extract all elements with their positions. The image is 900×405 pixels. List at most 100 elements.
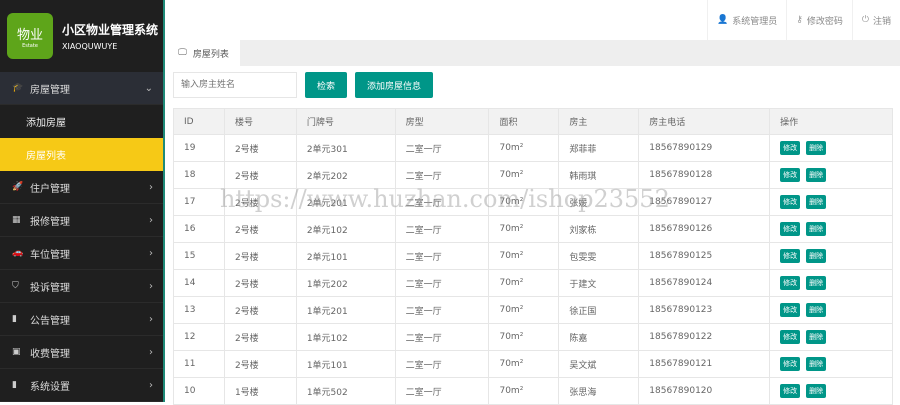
actions-cell: 修改 删除 <box>769 242 893 270</box>
edit-button[interactable]: 修改 <box>780 222 801 236</box>
table-cell: 70m² <box>488 296 560 324</box>
car-icon: 🚗 <box>12 248 24 258</box>
delete-button[interactable]: 删除 <box>806 330 827 344</box>
table-cell: 郑菲菲 <box>558 134 640 162</box>
delete-button[interactable]: 删除 <box>806 249 827 263</box>
delete-button[interactable]: 删除 <box>806 384 827 398</box>
table-cell: 二室一厅 <box>394 377 490 405</box>
tab-house-list[interactable]: 🖵 房屋列表 <box>167 40 240 66</box>
edit-button[interactable]: 修改 <box>780 249 801 263</box>
table-cell: 18567890128 <box>638 161 771 189</box>
delete-button[interactable]: 删除 <box>806 276 827 290</box>
sidebar-item-4[interactable]: ⛉ 投诉管理 › <box>0 270 163 303</box>
table-cell: 18 <box>173 161 225 189</box>
sidebar-item-label: 收费管理 <box>30 348 70 360</box>
table-cell: 二室一厅 <box>394 323 490 351</box>
add-house-button[interactable]: 添加房屋信息 <box>355 72 434 98</box>
table-cell: 14 <box>173 269 225 297</box>
actions-cell: 修改 删除 <box>769 161 893 189</box>
chevron-right-icon: › <box>149 247 153 259</box>
table-row: 19 2号楼 2单元301 二室一厅 70m² 郑菲菲 18567890129 修改 删除 <box>173 134 893 162</box>
sidebar-subitem-1[interactable]: 房屋列表 <box>0 138 163 171</box>
edit-button[interactable]: 修改 <box>780 330 801 344</box>
sidebar-item-7[interactable]: ▮ 系统设置 › <box>0 369 163 402</box>
user-menu[interactable]: 👤 系统管理员 <box>707 0 786 40</box>
sidebar-item-label: 车位管理 <box>30 249 70 261</box>
table-cell: 1单元502 <box>295 377 396 405</box>
sidebar-item-2[interactable]: ▦ 报修管理 › <box>0 204 163 237</box>
delete-button[interactable]: 删除 <box>806 222 827 236</box>
logout-link[interactable]: ⏻ 注销 <box>851 0 900 40</box>
table-cell: 70m² <box>488 269 560 297</box>
table-cell: 70m² <box>488 188 560 216</box>
actions-cell: 修改 删除 <box>769 350 893 378</box>
table-cell: 二室一厅 <box>394 242 490 270</box>
key-icon: ⚷ <box>796 15 803 25</box>
table-cell: 2号楼 <box>223 134 297 162</box>
table-cell: 18567890122 <box>638 323 771 351</box>
top-bar: 👤 系统管理员 ⚷ 修改密码 ⏻ 注销 <box>167 0 900 40</box>
edit-button[interactable]: 修改 <box>780 276 801 290</box>
table-cell: 二室一厅 <box>394 188 490 216</box>
table-cell: 包雯雯 <box>558 242 640 270</box>
delete-button[interactable]: 删除 <box>806 357 827 371</box>
search-button[interactable]: 检索 <box>305 72 348 98</box>
table-cell: 17 <box>173 188 225 216</box>
edit-button[interactable]: 修改 <box>780 303 801 317</box>
sidebar-subitem-0[interactable]: 添加房屋 <box>0 105 163 138</box>
column-header: 门牌号 <box>295 108 396 135</box>
edit-button[interactable]: 修改 <box>780 168 801 182</box>
power-icon: ⏻ <box>861 15 869 25</box>
edit-button[interactable]: 修改 <box>780 195 801 209</box>
tab-label: 房屋列表 <box>192 49 229 60</box>
sidebar-item-0[interactable]: 🎓 房屋管理 ⌄ <box>0 72 163 105</box>
house-table: ID 楼号 门牌号 房型 面积 房主 房主电话 操作 19 2号楼 2单元301 二室一厅 70m² 郑… <box>173 108 893 405</box>
sidebar-item-5[interactable]: ▮ 公告管理 › <box>0 303 163 336</box>
logo-image: 物业 Estate <box>7 13 53 59</box>
edit-button[interactable]: 修改 <box>780 141 801 155</box>
shield-icon: ⛉ <box>12 281 19 291</box>
delete-button[interactable]: 删除 <box>806 168 827 182</box>
sidebar-item-3[interactable]: 🚗 车位管理 › <box>0 237 163 270</box>
sidebar-item-label: 投诉管理 <box>30 282 70 294</box>
table-cell: 70m² <box>488 323 560 351</box>
table-cell: 2号楼 <box>223 296 297 324</box>
table-cell: 18567890127 <box>638 188 771 216</box>
sidebar-item-label: 公告管理 <box>30 315 70 327</box>
table-cell: 1单元201 <box>295 296 396 324</box>
search-bar: 检索 添加房屋信息 <box>173 72 434 98</box>
table-cell: 2号楼 <box>223 188 297 216</box>
table-cell: 2号楼 <box>223 161 297 189</box>
table-cell: 18567890121 <box>638 350 771 378</box>
chevron-right-icon: › <box>149 181 153 193</box>
user-label: 系统管理员 <box>732 16 778 27</box>
actions-cell: 修改 删除 <box>769 296 893 324</box>
table-cell: 1单元102 <box>295 323 396 351</box>
table-cell: 10 <box>173 377 225 405</box>
table-cell: 2单元301 <box>295 134 396 162</box>
owner-name-input[interactable] <box>173 72 297 98</box>
sidebar-item-1[interactable]: 🚀 住户管理 › <box>0 171 163 204</box>
actions-cell: 修改 删除 <box>769 269 893 297</box>
logo: 物业 Estate 小区物业管理系统 XIAOQUWUYE <box>0 0 163 72</box>
table-cell: 70m² <box>488 242 560 270</box>
table-cell: 19 <box>173 134 225 162</box>
change-password-link[interactable]: ⚷ 修改密码 <box>786 0 852 40</box>
rocket-icon: 🚀 <box>12 182 24 192</box>
table-cell: 二室一厅 <box>394 161 490 189</box>
chevron-right-icon: › <box>149 214 153 226</box>
delete-button[interactable]: 删除 <box>806 141 827 155</box>
table-cell: 1单元202 <box>295 269 396 297</box>
column-header: 房主电话 <box>638 108 771 135</box>
delete-button[interactable]: 删除 <box>806 303 827 317</box>
edit-button[interactable]: 修改 <box>780 357 801 371</box>
edit-button[interactable]: 修改 <box>780 384 801 398</box>
table-cell: 12 <box>173 323 225 351</box>
table-cell: 11 <box>173 350 225 378</box>
delete-button[interactable]: 删除 <box>806 195 827 209</box>
table-cell: 70m² <box>488 134 560 162</box>
sidebar-item-6[interactable]: ▣ 收费管理 › <box>0 336 163 369</box>
table-row: 17 2号楼 2单元201 二室一厅 70m² 张媛 18567890127 修改 删除 <box>173 188 893 216</box>
table-cell: 张思海 <box>558 377 640 405</box>
table-row: 11 2号楼 1单元101 二室一厅 70m² 吴文斌 18567890121 修改 删除 <box>173 350 893 378</box>
